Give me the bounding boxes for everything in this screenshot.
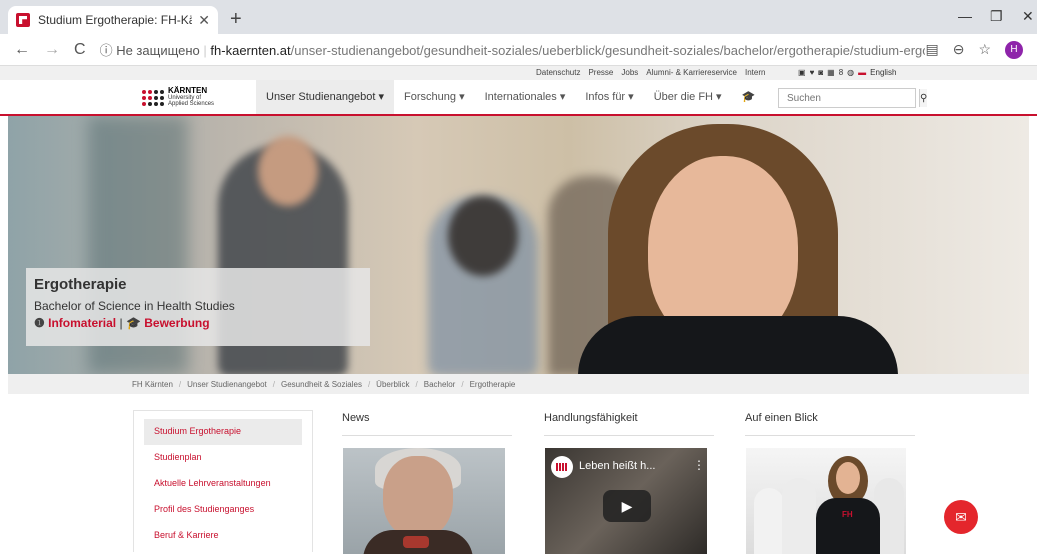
url-path: /unser-studienangebot/gesundheit-soziale… [290, 43, 926, 58]
zoom-icon[interactable]: ⊖ [953, 41, 965, 58]
glance-image[interactable]: FH [746, 448, 906, 554]
breadcrumb-item[interactable]: Bachelor [424, 380, 456, 389]
util-link-datenschutz[interactable]: Datenschutz [536, 68, 580, 77]
tab-title: Studium Ergotherapie: FH-Kärnte [38, 13, 193, 27]
wordpress-icon[interactable]: ◍ [847, 68, 854, 77]
blick-heading: Auf einen Blick [745, 412, 915, 436]
sidebar-item-profil[interactable]: Profil des Studienganges [144, 497, 302, 523]
bewerbung-link[interactable]: Bewerbung [144, 316, 209, 330]
sidebar-item-lehrveranstaltungen[interactable]: Aktuelle Lehrveranstaltungen [144, 471, 302, 497]
handlung-heading: Handlungsfähigkeit [544, 412, 714, 436]
news-heading: News [342, 412, 512, 436]
handlung-column: Handlungsfähigkeit Leben heißt h... ⋮ ▶ [544, 412, 714, 554]
blick-column: Auf einen Blick FH [745, 412, 915, 554]
url-host: fh-kaernten.at [210, 43, 291, 58]
instagram-icon[interactable]: ◙ [818, 68, 823, 77]
window-close-icon[interactable]: ✕ [1022, 8, 1034, 25]
address-bar: ← → C ⓘ Не защищено | fh-kaernten.at/uns… [0, 34, 1037, 66]
search-input[interactable] [779, 89, 919, 107]
reload-icon[interactable]: C [74, 41, 86, 59]
translate-icon[interactable]: ▤ [925, 41, 938, 58]
news-image[interactable] [343, 448, 505, 554]
googleplus-icon[interactable]: 8 [839, 68, 843, 77]
graduation-cap-icon[interactable]: 🎓 [732, 80, 766, 114]
video-title[interactable]: Leben heißt h... [579, 460, 655, 472]
search-icon[interactable]: ⚲ [919, 89, 928, 107]
browser-tab[interactable]: Studium Ergotherapie: FH-Kärnte ✕ [8, 6, 218, 34]
graduation-cap-icon: 🎓 [125, 316, 141, 330]
breadcrumb-item[interactable]: Überblick [376, 380, 409, 389]
main-navigation: KÄRNTEN University of Applied Sciences U… [0, 80, 1037, 116]
restore-icon[interactable]: ❐ [990, 8, 1003, 25]
uk-flag-icon: ▬ [858, 68, 867, 77]
sidebar-item-studium[interactable]: Studium Ergotherapie [144, 419, 302, 445]
breadcrumb-item[interactable]: Gesundheit & Soziales [281, 380, 362, 389]
util-link-intern[interactable]: Intern [745, 68, 765, 77]
logo-text: KÄRNTEN University of Applied Sciences [168, 86, 215, 108]
nav-forschung[interactable]: Forschung ▾ [394, 80, 475, 114]
mail-fab-button[interactable]: ✉ [944, 500, 978, 534]
info-circle-icon: ❶ [34, 316, 45, 330]
nav-internationales[interactable]: Internationales ▾ [475, 80, 576, 114]
breadcrumb-item[interactable]: Unser Studienangebot [187, 380, 267, 389]
channel-logo-icon [551, 456, 573, 478]
nav-studienangebot[interactable]: Unser Studienangebot ▾ [256, 80, 395, 114]
breadcrumb-item[interactable]: FH Kärnten [132, 380, 173, 389]
side-navigation: Studium Ergotherapie Studienplan Aktuell… [133, 410, 313, 552]
security-label: Не защищено [116, 43, 200, 58]
browser-tabbar: Studium Ergotherapie: FH-Kärnte ✕ + — ❐ … [0, 0, 1037, 34]
hero-subtitle: Bachelor of Science in Health Studies [34, 299, 235, 313]
social-links: ▣ ♥ ◙ ▦ 8 ◍ ▬ English [798, 68, 896, 77]
breadcrumb: FH Kärnten / Unser Studienangebot / Gesund… [8, 374, 1029, 394]
profile-avatar[interactable]: H [1005, 40, 1023, 59]
facebook-icon[interactable]: ▣ [798, 68, 806, 77]
language-english-link[interactable]: English [870, 68, 896, 77]
util-link-presse[interactable]: Presse [588, 68, 613, 77]
back-icon[interactable]: ← [14, 41, 30, 59]
minimize-icon[interactable]: — [958, 8, 972, 24]
linkedin-icon[interactable]: ▦ [827, 68, 835, 77]
utility-bar: Datenschutz Presse Jobs Alumni- & Karrie… [0, 66, 1037, 80]
search-box: ⚲ [778, 88, 928, 108]
news-column: News [342, 412, 512, 554]
infomaterial-link[interactable]: Infomaterial [48, 316, 116, 330]
util-link-alumni[interactable]: Alumni- & Karriereservice [646, 68, 737, 77]
nav-infos-fuer[interactable]: Infos für ▾ [575, 80, 643, 114]
breadcrumb-item: Ergotherapie [469, 380, 516, 389]
hero-image: Ergotherapie Bachelor of Science in Heal… [8, 116, 1029, 374]
forward-icon[interactable]: → [44, 41, 60, 59]
hero-caption: Ergotherapie Bachelor of Science in Heal… [26, 268, 370, 346]
logo-dots-icon [142, 89, 164, 106]
play-icon[interactable]: ▶ [603, 490, 651, 522]
util-link-jobs[interactable]: Jobs [621, 68, 638, 77]
fh-logo[interactable]: KÄRNTEN University of Applied Sciences [142, 86, 215, 108]
envelope-icon: ✉ [955, 508, 967, 525]
tab-close-icon[interactable]: ✕ [198, 12, 210, 29]
nav-ueber-die-fh[interactable]: Über die FH ▾ [644, 80, 732, 114]
sidebar-item-beruf[interactable]: Beruf & Karriere [144, 523, 302, 549]
favicon-icon [16, 13, 30, 27]
new-tab-button[interactable]: + [230, 8, 242, 31]
info-icon[interactable]: ⓘ [100, 43, 113, 58]
video-player[interactable]: Leben heißt h... ⋮ ▶ [545, 448, 707, 554]
video-menu-icon[interactable]: ⋮ [693, 458, 705, 472]
sidebar-item-studienplan[interactable]: Studienplan [144, 445, 302, 471]
hero-title: Ergotherapie [34, 276, 127, 293]
twitter-icon[interactable]: ♥ [810, 68, 815, 77]
bookmark-star-icon[interactable]: ☆ [978, 41, 991, 58]
url-field[interactable]: ⓘ Не защищено | fh-kaernten.at/unser-stu… [100, 40, 926, 59]
